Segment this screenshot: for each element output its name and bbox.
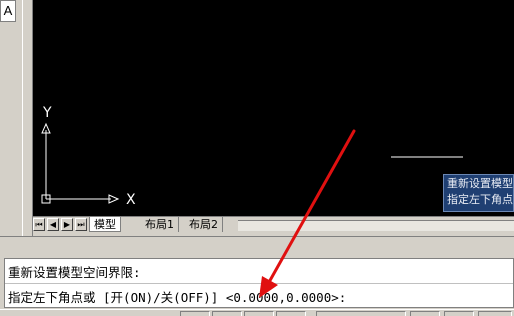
status-cell[interactable] <box>478 311 512 316</box>
corner-button[interactable]: A <box>0 0 16 22</box>
command-prompt-line[interactable]: 指定左下角点或 [开(ON)/关(OFF)] <0.0000,0.0000>: <box>8 287 346 306</box>
status-cell[interactable] <box>212 311 242 316</box>
splitter-strip[interactable] <box>0 236 514 258</box>
horizontal-scrollbar[interactable] <box>238 220 514 231</box>
prev-tab-button[interactable]: ◀ <box>47 218 59 231</box>
tab-layout1[interactable]: 布局1 <box>141 217 179 232</box>
ucs-y-label: Y <box>42 105 52 121</box>
status-bar <box>0 309 514 316</box>
status-cell[interactable] <box>276 311 306 316</box>
left-toolbar-panel: A <box>0 0 33 236</box>
tooltip-line-2: 指定左下角点 <box>447 193 513 206</box>
tooltip-line-1: 重新设置模型 <box>447 177 513 190</box>
ucs-x-label: X <box>126 192 136 208</box>
command-history-line: 重新设置模型空间界限: <box>8 265 141 280</box>
status-cell[interactable] <box>244 311 274 316</box>
command-divider <box>5 283 513 284</box>
command-window[interactable]: 重新设置模型空间界限: 指定左下角点或 [开(ON)/关(OFF)] <0.00… <box>4 258 514 308</box>
status-cell[interactable] <box>180 311 210 316</box>
dynamic-input-tooltip: 重新设置模型 指定左下角点 <box>443 174 514 212</box>
status-cell[interactable] <box>316 311 406 316</box>
toolbar-rail <box>22 0 23 236</box>
last-tab-button[interactable]: ⏭ <box>75 218 87 231</box>
ucs-icon: Y X <box>41 105 463 208</box>
tab-model[interactable]: 模型 <box>89 217 121 232</box>
status-cell[interactable] <box>410 311 440 316</box>
next-tab-button[interactable]: ▶ <box>61 218 73 231</box>
status-cell[interactable] <box>444 311 474 316</box>
drawing-canvas[interactable]: Y X <box>33 0 514 216</box>
tab-layout2[interactable]: 布局2 <box>185 217 223 232</box>
layout-tab-bar: ⏮ ◀ ▶ ⏭ 模型 布局1 布局2 <box>33 216 514 232</box>
first-tab-button[interactable]: ⏮ <box>33 218 45 231</box>
